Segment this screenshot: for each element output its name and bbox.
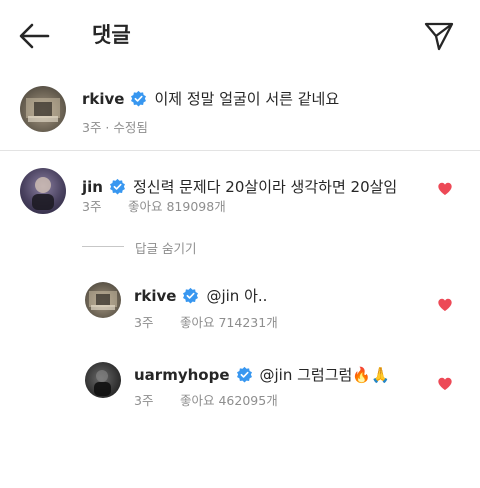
mention-link[interactable]: @jin (260, 366, 293, 384)
comment-likes[interactable]: 좋아요 819098개 (128, 196, 226, 215)
comment-time: 3주 (82, 199, 102, 214)
avatar[interactable] (85, 282, 121, 318)
caption-line: rkive 이제 정말 얼굴이 서른 같네요 (82, 88, 339, 109)
caption-text: 이제 정말 얼굴이 서른 같네요 (154, 90, 340, 108)
avatar-image (26, 98, 60, 122)
comment-text: 정신력 문제다 20살이라 생각하면 20살임 (132, 178, 398, 196)
username[interactable]: rkive (134, 287, 176, 305)
divider (0, 150, 480, 151)
comments-screen: 댓글 rkive 이제 정말 얼굴이 서른 같네요 3주 · 수정됨 jin 정… (0, 0, 480, 488)
page-title: 댓글 (92, 23, 131, 47)
avatar[interactable] (20, 168, 66, 214)
reply-line: uarmyhope @jin 그럼그럼🔥🙏 (134, 364, 390, 385)
verified-badge-icon (183, 287, 199, 304)
caption-meta: 3주 · 수정됨 (82, 120, 148, 135)
verified-badge-icon (131, 90, 147, 107)
reply-time: 3주 (134, 315, 154, 330)
avatar-image (89, 291, 117, 310)
replies-divider (82, 246, 124, 247)
arrow-left-icon (19, 23, 50, 49)
username[interactable]: rkive (82, 90, 124, 108)
username[interactable]: jin (82, 178, 103, 196)
reply-text: 아.. (239, 287, 268, 305)
avatar[interactable] (85, 362, 121, 398)
avatar-image (32, 177, 54, 210)
reply-likes[interactable]: 좋아요 462095개 (180, 390, 278, 409)
send-icon (424, 22, 454, 51)
mention-link[interactable]: @jin (206, 287, 239, 305)
avatar[interactable] (20, 86, 66, 132)
reply-text: 그럼그럼🔥🙏 (292, 366, 390, 384)
share-button[interactable] (420, 18, 456, 54)
heart-filled-icon[interactable] (437, 376, 453, 392)
hide-replies-button[interactable]: 답글 숨기기 (135, 238, 196, 257)
avatar-image (94, 370, 111, 396)
verified-badge-icon (109, 178, 125, 195)
comment-line: jin 정신력 문제다 20살이라 생각하면 20살임 (82, 176, 397, 197)
back-button[interactable] (14, 18, 54, 54)
verified-badge-icon (236, 366, 252, 383)
username[interactable]: uarmyhope (134, 366, 230, 384)
reply-likes[interactable]: 좋아요 714231개 (180, 312, 278, 331)
reply-time: 3주 (134, 393, 154, 408)
heart-filled-icon[interactable] (437, 181, 453, 197)
heart-filled-icon[interactable] (437, 297, 453, 313)
reply-line: rkive @jin 아.. (134, 285, 267, 306)
header: 댓글 (0, 0, 480, 72)
